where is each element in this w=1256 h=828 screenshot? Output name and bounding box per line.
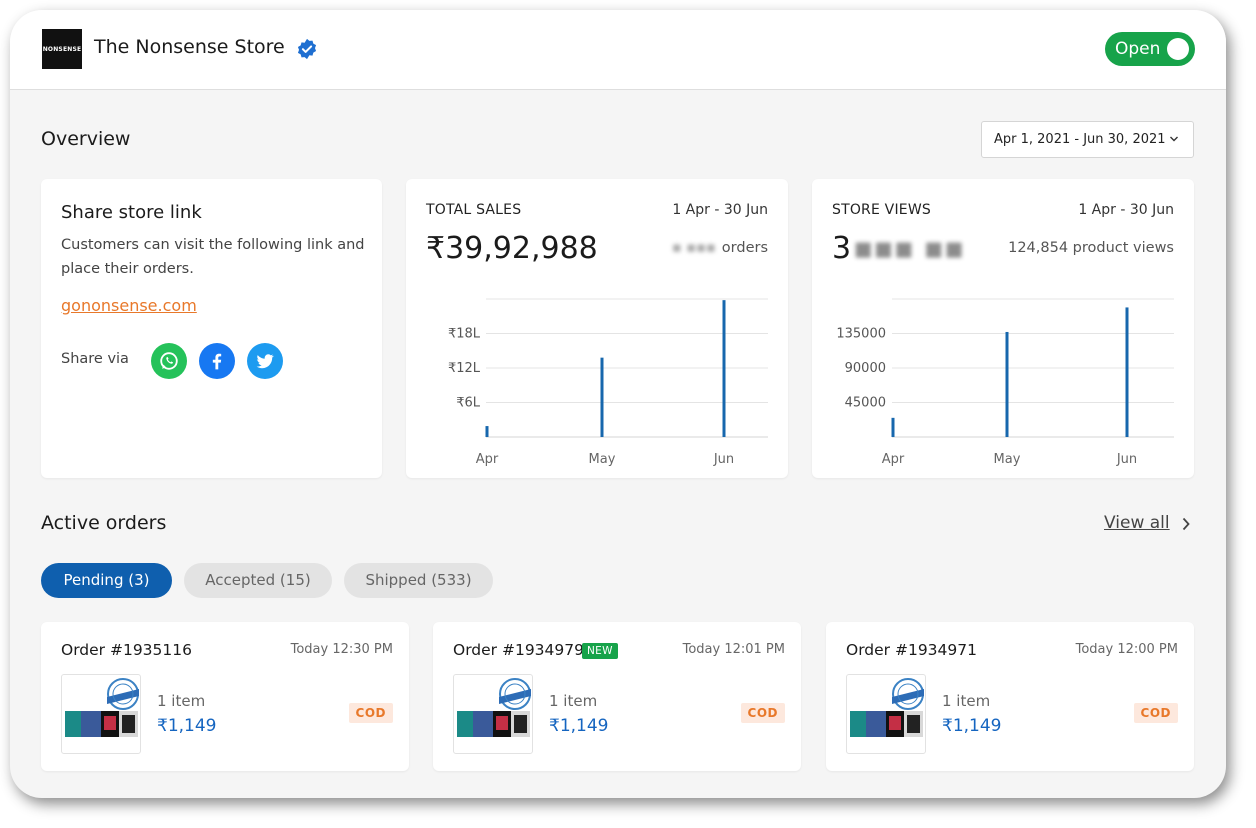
product-image: [65, 678, 139, 737]
x-tick-label: Apr: [882, 452, 905, 467]
order-item-count: 1 item: [157, 692, 206, 710]
store-views-label: STORE VIEWS: [832, 202, 931, 218]
chevron-down-icon: [1170, 136, 1178, 142]
whatsapp-share-button[interactable]: [151, 343, 187, 379]
order-card[interactable]: Order #1935116 Today 12:30 PM 1 item ₹1,…: [41, 622, 409, 771]
logo-text: NONSENSE: [42, 45, 82, 53]
product-thumbnail: [61, 674, 141, 754]
y-tick-label: 45000: [845, 396, 886, 411]
payment-badge: COD: [348, 703, 393, 723]
bar: [485, 426, 489, 437]
bar: [600, 357, 604, 437]
overview-title: Overview: [41, 128, 131, 150]
total-sales-card: TOTAL SALES 1 Apr - 30 Jun ₹39,92,988 ▪ …: [406, 179, 788, 478]
y-tick-label: ₹6L: [456, 396, 481, 411]
x-tick-label: Jun: [1116, 452, 1137, 467]
store-open-toggle[interactable]: Open: [1105, 32, 1195, 66]
bar: [1005, 331, 1009, 437]
payment-badge: COD: [1133, 703, 1178, 723]
header: NONSENSE The Nonsense Store Open: [10, 10, 1226, 90]
payment-badge: COD: [740, 703, 785, 723]
order-id: Order #1935116: [61, 641, 192, 659]
y-tick-label: ₹18L: [448, 327, 481, 342]
order-item-count: 1 item: [942, 692, 991, 710]
dashboard-window: NONSENSE The Nonsense Store Open Overvie…: [10, 10, 1226, 798]
tab-accepted[interactable]: Accepted (15): [184, 563, 332, 598]
store-views-number: 3: [832, 231, 852, 266]
store-link[interactable]: gononsense.com: [61, 296, 197, 315]
total-sales-range: 1 Apr - 30 Jun: [672, 202, 768, 218]
store-views-chart: 45000 90000 135000 Apr May Jun: [836, 298, 1174, 467]
y-tick-label: 90000: [845, 361, 886, 376]
share-via-label: Share via: [61, 351, 129, 367]
orders-label: orders: [721, 240, 768, 256]
tab-pending[interactable]: Pending (3): [41, 563, 172, 598]
redacted-views-digits: ▪▪▪ ▪▪: [853, 231, 965, 266]
active-orders-title: Active orders: [41, 512, 167, 534]
store-name: The Nonsense Store: [94, 36, 285, 58]
whatsapp-icon: [160, 352, 178, 370]
product-image: [457, 678, 531, 737]
order-card[interactable]: Order #1934971 Today 12:00 PM 1 item ₹1,…: [826, 622, 1194, 771]
order-time: Today 12:30 PM: [290, 642, 393, 657]
x-tick-label: May: [994, 452, 1021, 467]
y-tick-label: 135000: [836, 327, 886, 342]
order-price: ₹1,149: [549, 716, 609, 736]
store-views-card: STORE VIEWS 1 Apr - 30 Jun 3▪▪▪ ▪▪ 124,8…: [812, 179, 1194, 478]
product-thumbnail: [453, 674, 533, 754]
bar: [722, 300, 726, 437]
bar: [891, 417, 895, 437]
x-tick-label: Jun: [713, 452, 734, 467]
total-sales-orders: ▪ ▪▪▪ orders: [672, 240, 768, 256]
redacted-order-count: ▪ ▪▪▪: [671, 240, 716, 256]
twitter-share-button[interactable]: [247, 343, 283, 379]
product-image: [850, 678, 924, 737]
share-description: Customers can visit the following link a…: [61, 237, 365, 277]
x-tick-label: Apr: [476, 452, 499, 467]
store-views-range: 1 Apr - 30 Jun: [1078, 202, 1174, 218]
view-all-link[interactable]: View all: [1104, 513, 1170, 533]
verified-icon: [297, 38, 317, 60]
share-store-card: Share store link Customers can visit the…: [41, 179, 382, 478]
order-price: ₹1,149: [942, 716, 1002, 736]
facebook-icon: [212, 353, 222, 370]
total-sales-label: TOTAL SALES: [426, 202, 522, 218]
order-card[interactable]: Order #1934979 NEW Today 12:01 PM 1 item…: [433, 622, 801, 771]
bar: [1125, 307, 1129, 437]
store-logo: NONSENSE: [42, 29, 82, 69]
share-title: Share store link: [61, 202, 202, 223]
twitter-icon: [256, 354, 274, 369]
order-time: Today 12:00 PM: [1075, 642, 1178, 657]
toggle-knob: [1167, 38, 1189, 60]
y-tick-label: ₹12L: [448, 361, 481, 376]
date-range-value: Apr 1, 2021 - Jun 30, 2021: [994, 132, 1166, 147]
date-range-select[interactable]: Apr 1, 2021 - Jun 30, 2021: [981, 121, 1194, 158]
toggle-label: Open: [1115, 39, 1161, 59]
x-tick-label: May: [589, 452, 616, 467]
chevron-right-icon[interactable]: [1180, 517, 1192, 531]
order-time: Today 12:01 PM: [682, 642, 785, 657]
order-item-count: 1 item: [549, 692, 598, 710]
store-views-value: 3▪▪▪ ▪▪: [832, 231, 970, 266]
product-views: 124,854 product views: [1008, 240, 1174, 256]
product-thumbnail: [846, 674, 926, 754]
order-price: ₹1,149: [157, 716, 217, 736]
total-sales-chart: ₹6L ₹12L ₹18L Apr May Jun: [448, 298, 768, 467]
order-id: Order #1934971: [846, 641, 977, 659]
order-id: Order #1934979: [453, 641, 584, 659]
facebook-share-button[interactable]: [199, 343, 235, 379]
new-badge: NEW: [582, 643, 618, 659]
tab-shipped[interactable]: Shipped (533): [344, 563, 493, 598]
total-sales-value: ₹39,92,988: [426, 231, 598, 266]
